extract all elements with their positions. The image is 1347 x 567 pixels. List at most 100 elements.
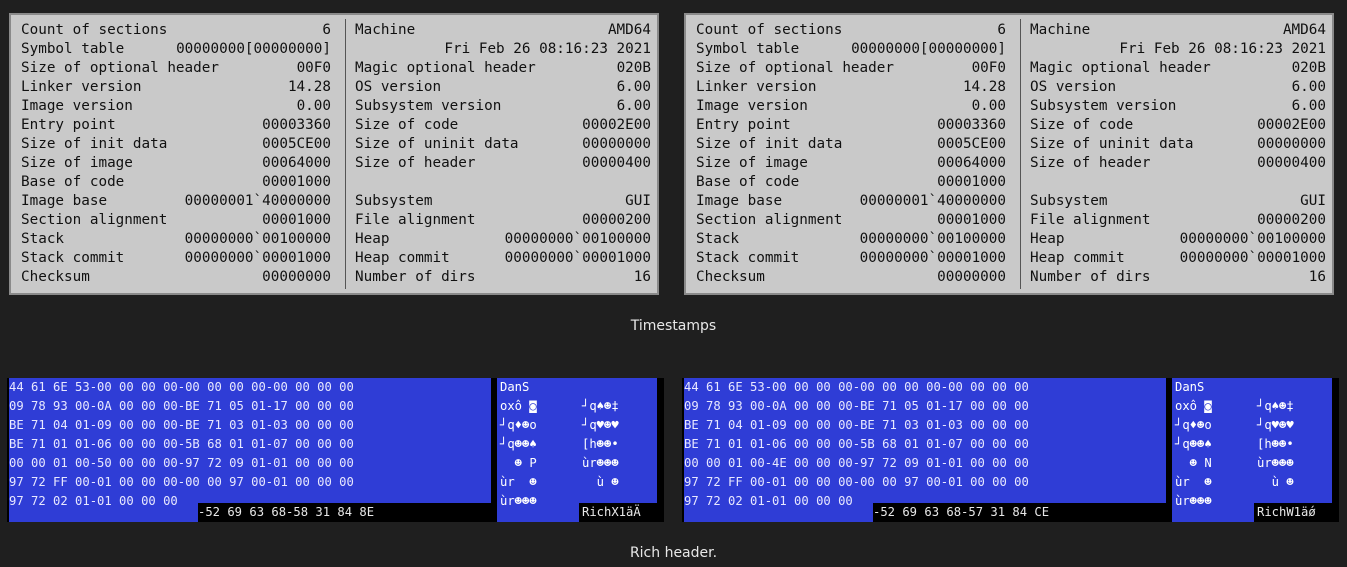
pe-field-label: Stack commit	[21, 250, 125, 266]
pe-field-row: File alignment 00000200	[1030, 211, 1326, 230]
pe-field-value: 6.00	[1291, 98, 1326, 114]
ascii-row: ☻ P	[500, 456, 537, 470]
pe-field-label: Symbol table	[21, 41, 125, 57]
pe-field-label: Image version	[696, 98, 808, 114]
pe-field-row: Count of sections 6	[21, 21, 331, 40]
pe-field-value: 14.28	[287, 79, 331, 95]
pe-field-value: 00000000`00100000	[859, 231, 1006, 247]
rich-marker-text: RichX1äÄ	[582, 505, 641, 519]
pe-field-value: GUI	[625, 193, 651, 209]
pe-field-row: Symbol table 00000000[00000000]	[21, 40, 331, 59]
hex-row: BE 71 04 01-09 00 00 00-BE 71 03 01-03 0…	[9, 418, 354, 432]
pe-field-row: Image version 0.00	[696, 97, 1006, 116]
pe-field-row: Section alignment 00001000	[21, 211, 331, 230]
pe-field-row: Size of init data 0005CE00	[21, 135, 331, 154]
pe-field-label: Stack commit	[696, 250, 800, 266]
pe-field-label: Size of image	[696, 155, 808, 171]
pe-field-value: 6.00	[1291, 79, 1326, 95]
pe-field-label: Entry point	[696, 117, 791, 133]
hex-dump-panel-right: 44 61 6E 53-00 00 00 00-00 00 00 00-00 0…	[682, 378, 1339, 522]
hex-row: 44 61 6E 53-00 00 00 00-00 00 00 00-00 0…	[9, 380, 354, 394]
pe-field-row: Size of init data 0005CE00	[696, 135, 1006, 154]
ascii-row: ùr ☻	[1175, 475, 1212, 489]
pe-field-row: Size of uninit data 00000000	[355, 135, 651, 154]
pe-field-value: 00000000`00001000	[504, 250, 651, 266]
pe-field-row: Symbol table 00000000[00000000]	[696, 40, 1006, 59]
pe-field-label: Subsystem version	[1030, 98, 1177, 114]
ascii-row: ┘q♦☻o	[500, 418, 537, 432]
pe-field-row: Entry point 00003360	[21, 116, 331, 135]
pe-field-value: 00000000`00100000	[1179, 231, 1326, 247]
pe-header-panel-right: Count of sections 6 Symbol table 00000000[0…	[684, 13, 1334, 295]
pe-field-value: 00000000`00001000	[184, 250, 331, 266]
pe-field-label: Linker version	[21, 79, 142, 95]
pe-field-label: Heap commit	[1030, 250, 1125, 266]
pe-field-row: Size of optional header 00F0	[21, 59, 331, 78]
pe-field-label: Section alignment	[696, 212, 843, 228]
pe-field-row: OS version 6.00	[355, 78, 651, 97]
pe-field-row: Stack 00000000`00100000	[696, 230, 1006, 249]
pe-field-row: Size of image 00064000	[21, 154, 331, 173]
pe-field-value: 00064000	[937, 155, 1006, 171]
ascii-row: [h☻☻•	[1257, 437, 1294, 451]
pe-field-row: Size of optional header 00F0	[696, 59, 1006, 78]
pe-field-value: 00000400	[1257, 155, 1326, 171]
pe-field-value: Fri Feb 26 08:16:23 2021	[444, 41, 651, 57]
hex-row-last-plain: -52 69 63 68-58 31 84 8E	[198, 503, 498, 522]
pe-field-row: Base of code 00001000	[21, 173, 331, 192]
pe-field-row: Magic optional header 020B	[1030, 59, 1326, 78]
pe-field-row: Machine AMD64	[1030, 21, 1326, 40]
pe-field-label: Number of dirs	[1030, 269, 1151, 285]
pe-column-left: Count of sections 6 Symbol table 00000000[0…	[696, 21, 1006, 287]
pe-field-value: 00000000`00001000	[1179, 250, 1326, 266]
ascii-row: ┘q☻☻♠	[1175, 437, 1212, 451]
pe-field-label: Size of image	[21, 155, 133, 171]
pe-field-row: Heap commit 00000000`00001000	[355, 249, 651, 268]
pe-field-label: Machine	[355, 22, 416, 38]
ascii-row: ┘q♥☻♥	[1257, 418, 1294, 432]
pe-field-value: 00002E00	[1257, 117, 1326, 133]
pe-field-value: 6	[322, 22, 331, 38]
pe-header-panel-left: Count of sections 6 Symbol table 00000000[0…	[9, 13, 659, 295]
hex-row: BE 71 01 01-06 00 00 00-5B 68 01 01-07 0…	[9, 437, 354, 451]
ascii-row: ┘q☻☻♠	[500, 437, 537, 451]
ascii-row: ùr ☻	[500, 475, 537, 489]
column-divider	[345, 19, 346, 289]
pe-field-row: Size of uninit data 00000000	[1030, 135, 1326, 154]
pe-field-label: Size of uninit data	[1030, 136, 1194, 152]
pe-field-row: Fri Feb 26 08:16:23 2021	[355, 40, 651, 59]
pe-field-label: Heap	[1030, 231, 1065, 247]
pe-field-row	[1030, 173, 1326, 192]
rich-marker-area: RichX1äÄ	[579, 503, 659, 522]
pe-field-value: 6.00	[616, 79, 651, 95]
pe-field-row: Size of header 00000400	[1030, 154, 1326, 173]
pe-field-label: OS version	[355, 79, 442, 95]
pe-field-row: Entry point 00003360	[696, 116, 1006, 135]
pe-field-label: Subsystem	[355, 193, 433, 209]
pe-field-value: 00001000	[937, 212, 1006, 228]
pe-field-label: Checksum	[696, 269, 765, 285]
pe-field-value: AMD64	[607, 22, 651, 38]
pe-field-label: Heap	[355, 231, 390, 247]
ascii-row: ┘q♦☻o	[1175, 418, 1212, 432]
hex-row: 97 72 FF 00-01 00 00 00-00 00 97 00-01 0…	[9, 475, 354, 489]
pe-field-row: Subsystem version 6.00	[1030, 97, 1326, 116]
pe-field-label: Checksum	[21, 269, 90, 285]
pe-field-row: Base of code 00001000	[696, 173, 1006, 192]
pe-field-label: Entry point	[21, 117, 116, 133]
pe-field-label: Count of sections	[21, 22, 168, 38]
ascii-row: ù ☻	[582, 475, 619, 489]
hex-dump-panel-left: 44 61 6E 53-00 00 00 00-00 00 00 00-00 0…	[7, 378, 664, 522]
pe-field-value: AMD64	[1282, 22, 1326, 38]
ascii-row: oxô ◙	[500, 399, 537, 413]
caption-rich-header: Rich header.	[629, 545, 718, 561]
pe-field-row: Subsystem GUI	[355, 192, 651, 211]
pe-field-value: 00001000	[262, 174, 331, 190]
hex-row: 09 78 93 00-0A 00 00 00-BE 71 05 01-17 0…	[9, 399, 354, 413]
pe-field-label: Count of sections	[696, 22, 843, 38]
hex-row: BE 71 04 01-09 00 00 00-BE 71 03 01-03 0…	[684, 418, 1029, 432]
pe-field-value: 00001000	[937, 174, 1006, 190]
pe-field-label: Size of uninit data	[355, 136, 519, 152]
pe-field-row: Image version 0.00	[21, 97, 331, 116]
ascii-row: ùr☻☻☻	[1175, 494, 1212, 508]
